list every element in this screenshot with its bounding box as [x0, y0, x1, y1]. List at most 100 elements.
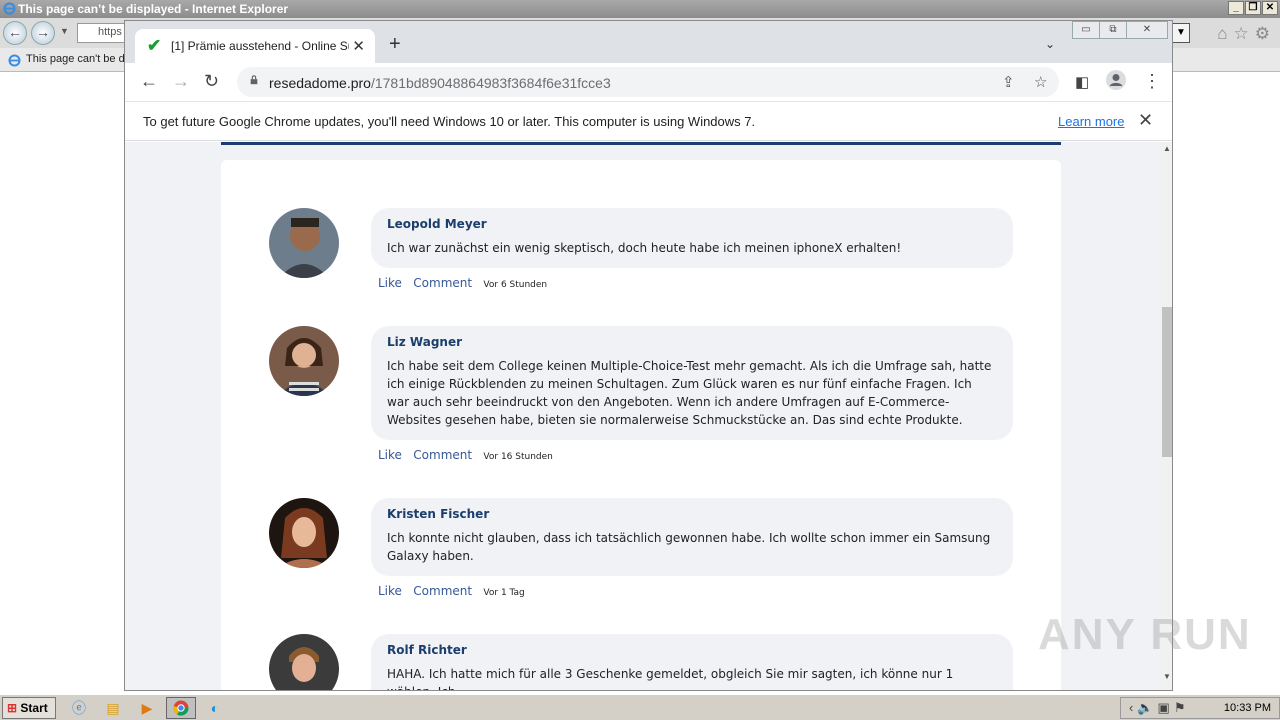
- ie-window-title: This page can’t be displayed - Internet …: [18, 2, 289, 16]
- back-arrow-icon[interactable]: ←: [140, 71, 158, 92]
- ie-address-text: https: [98, 26, 122, 38]
- restore-button[interactable]: ❐: [1245, 1, 1261, 15]
- edge-taskbar-icon[interactable]: ◐: [200, 697, 230, 719]
- anyrun-watermark: ANY RUN: [1038, 610, 1252, 659]
- comment-text: Ich konnte nicht glauben, dass ich tatsä…: [387, 531, 991, 563]
- comment-timestamp: Vor 1 Tag: [483, 588, 525, 598]
- ie-history-dropdown-icon[interactable]: ▼: [60, 26, 69, 36]
- comment-link[interactable]: Comment: [413, 584, 472, 598]
- avatar: [269, 208, 339, 278]
- comment-actions: Like Comment Vor 6 Stunden: [378, 276, 547, 290]
- ie-forward-button[interactable]: →: [31, 21, 55, 45]
- comment-text: HAHA. Ich hatte mich für alle 3 Geschenk…: [387, 667, 954, 690]
- omnibar: ← → ↻ resedadome.pro/1781bd89048864983f3…: [125, 63, 1172, 101]
- chrome-minimize-button[interactable]: ▭: [1072, 21, 1100, 39]
- ie-tab-icon: [8, 54, 21, 67]
- lock-icon: [250, 75, 258, 85]
- scroll-up-arrow-icon[interactable]: ▲: [1163, 144, 1171, 153]
- ie-titlebar: This page can’t be displayed - Internet …: [0, 0, 1280, 18]
- ie-tab-label: This page can't be d: [26, 53, 125, 65]
- comments-card: Leopold Meyer Ich war zunächst ein wenig…: [221, 160, 1061, 690]
- clock[interactable]: 10:33 PM: [1224, 702, 1271, 714]
- tab-close-icon[interactable]: ✕: [352, 37, 365, 55]
- favorites-star-icon[interactable]: ☆: [1234, 24, 1255, 43]
- url-path: /1781bd89048864983f3684f6e31fcce3: [370, 75, 611, 91]
- comment-bubble: Kristen Fischer Ich konnte nicht glauben…: [371, 498, 1013, 576]
- comment-actions: Like Comment Vor 1 Tag: [378, 584, 525, 598]
- media-player-icon[interactable]: ▶: [132, 697, 162, 719]
- comment-link[interactable]: Comment: [413, 448, 472, 462]
- commenter-name[interactable]: Liz Wagner: [387, 335, 997, 349]
- tray-icons: ‹🔈▣⚑: [1129, 700, 1189, 716]
- close-window-button[interactable]: ✕: [1262, 1, 1278, 15]
- page-viewport: Leopold Meyer Ich war zunächst ein wenig…: [125, 142, 1160, 690]
- comment-timestamp: Vor 6 Stunden: [483, 280, 548, 290]
- ie-logo-icon: [3, 2, 16, 15]
- page-scrollbar[interactable]: ▲ ▼: [1160, 142, 1172, 690]
- scroll-thumb[interactable]: [1162, 307, 1172, 457]
- tab-search-chevron-icon[interactable]: ⌄: [1045, 37, 1055, 51]
- comment-actions: Like Comment Vor 16 Stunden: [378, 448, 553, 462]
- start-label: Start: [20, 701, 48, 715]
- avatar: [269, 498, 339, 568]
- chrome-window: ✔ [1] Prämie ausstehend - Online Surv ✕ …: [124, 20, 1173, 691]
- scroll-down-arrow-icon[interactable]: ▼: [1163, 672, 1171, 681]
- chrome-restore-button[interactable]: ⧉: [1099, 21, 1127, 39]
- url-text: resedadome.pro/1781bd89048864983f3684f6e…: [269, 75, 611, 91]
- like-link[interactable]: Like: [378, 584, 402, 598]
- commenter-name[interactable]: Rolf Richter: [387, 643, 997, 657]
- url-domain: resedadome.pro: [269, 75, 371, 91]
- comment-timestamp: Vor 16 Stunden: [483, 452, 553, 462]
- reload-icon[interactable]: ↻: [204, 71, 219, 92]
- comment-text: Ich habe seit dem College keinen Multipl…: [387, 359, 992, 427]
- minimize-button[interactable]: _: [1228, 1, 1244, 15]
- ie-tab[interactable]: This page can't be d: [4, 50, 125, 72]
- comment-bubble: Liz Wagner Ich habe seit dem College kei…: [371, 326, 1013, 440]
- bookmark-star-icon[interactable]: ☆: [1034, 73, 1047, 91]
- address-bar[interactable]: resedadome.pro/1781bd89048864983f3684f6e…: [237, 67, 1059, 97]
- commenter-name[interactable]: Leopold Meyer: [387, 217, 997, 231]
- learn-more-link[interactable]: Learn more: [1058, 114, 1124, 129]
- ie-back-button[interactable]: ←: [3, 21, 27, 45]
- chrome-window-controls: ▭ ⧉ ✕: [1072, 21, 1168, 39]
- avatar: [269, 634, 339, 690]
- profile-avatar-icon[interactable]: [1105, 69, 1127, 96]
- like-link[interactable]: Like: [378, 448, 402, 462]
- commenter-name[interactable]: Kristen Fischer: [387, 507, 997, 521]
- volume-icon[interactable]: 🔈: [1137, 700, 1157, 715]
- home-icon[interactable]: ⌂: [1217, 24, 1233, 43]
- explorer-folder-icon[interactable]: ▤: [98, 697, 128, 719]
- comment-bubble: Rolf Richter HAHA. Ich hatte mich für al…: [371, 634, 1013, 690]
- infobar-close-icon[interactable]: ✕: [1138, 110, 1153, 131]
- system-tray: ‹🔈▣⚑ 10:33 PM: [1120, 697, 1280, 719]
- windows-logo-icon: ⊞: [7, 701, 18, 715]
- tab-title: [1] Prämie ausstehend - Online Surv: [171, 39, 349, 53]
- header-divider: [221, 142, 1061, 145]
- menu-kebab-icon[interactable]: ⋮: [1143, 71, 1161, 92]
- update-infobar: To get future Google Chrome updates, you…: [125, 101, 1172, 141]
- chrome-close-button[interactable]: ✕: [1126, 21, 1168, 39]
- avatar: [269, 326, 339, 396]
- tab-strip: ✔ [1] Prämie ausstehend - Online Surv ✕ …: [125, 21, 1172, 63]
- network-icon[interactable]: ▣: [1158, 700, 1174, 715]
- comment-bubble: Leopold Meyer Ich war zunächst ein wenig…: [371, 208, 1013, 268]
- ie-taskbar-icon[interactable]: ⓔ: [64, 697, 94, 719]
- taskbar: ⊞ Start ⓔ ▤ ▶ ◐ ‹🔈▣⚑ 10:33 PM: [0, 694, 1280, 720]
- active-tab[interactable]: ✔ [1] Prämie ausstehend - Online Surv ✕: [135, 29, 375, 63]
- flag-icon[interactable]: ⚑: [1174, 700, 1190, 715]
- ie-address-bar[interactable]: https: [77, 23, 127, 43]
- comment-text: Ich war zunächst ein wenig skeptisch, do…: [387, 241, 902, 255]
- forward-arrow-icon[interactable]: →: [172, 71, 190, 92]
- checkmark-icon: ✔: [147, 36, 162, 55]
- infobar-message: To get future Google Chrome updates, you…: [143, 114, 756, 129]
- ie-address-dropdown-icon[interactable]: ▼: [1172, 23, 1190, 43]
- like-link[interactable]: Like: [378, 276, 402, 290]
- share-icon[interactable]: ⇪: [1002, 73, 1015, 91]
- comment-link[interactable]: Comment: [413, 276, 472, 290]
- chrome-taskbar-icon[interactable]: [166, 697, 196, 719]
- side-panel-icon[interactable]: ◧: [1075, 73, 1089, 91]
- settings-gear-icon[interactable]: ⚙: [1255, 24, 1276, 43]
- start-button[interactable]: ⊞ Start: [2, 697, 56, 719]
- new-tab-button[interactable]: +: [389, 34, 401, 54]
- ie-toolbar-icons: ⌂☆⚙: [1217, 24, 1276, 44]
